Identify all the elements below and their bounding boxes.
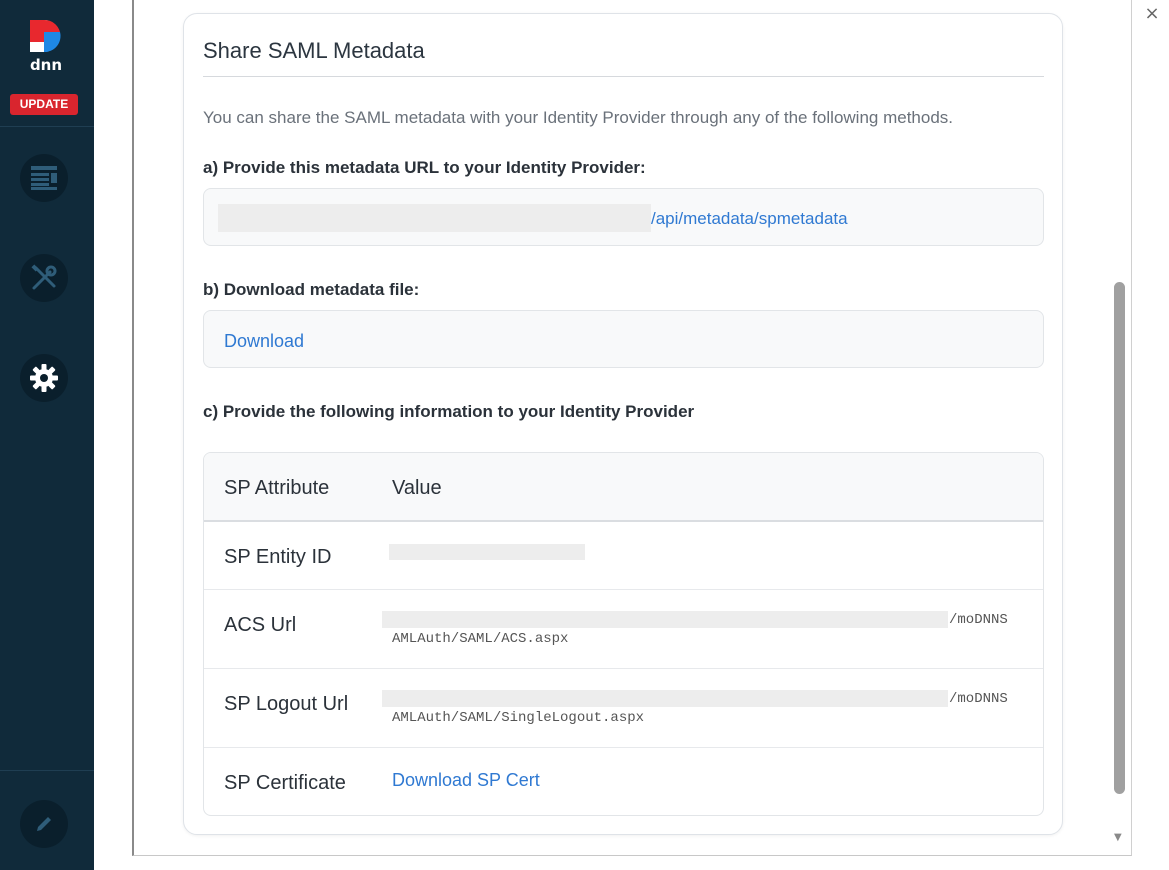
header-attribute: SP Attribute [224,477,330,499]
tools-icon[interactable] [20,254,68,302]
scroll-down-arrow-icon[interactable]: ▼ [1114,832,1122,843]
card-title: Share SAML Metadata [203,38,425,63]
table-row: SP Entity ID [204,522,1043,590]
logout-url-line1: /moDNNS [949,691,1008,707]
share-metadata-card: Share SAML Metadata You can share the SA… [183,13,1063,835]
acs-url-line1: /moDNNS [949,612,1008,628]
table-row: SP Logout Url /moDNNS AMLAuth/SAML/Singl… [204,669,1043,748]
pencil-icon [37,817,51,831]
sidebar-divider [0,770,94,771]
settings-icon[interactable] [20,354,68,402]
sidebar-divider [0,126,94,127]
intro-text: You can share the SAML metadata with you… [203,108,954,127]
title-divider [203,76,1044,77]
edit-icon[interactable] [20,800,68,848]
download-metadata-link[interactable]: Download [224,331,304,352]
tools-icon-glyph [31,264,57,290]
attribute-cell: ACS Url [224,614,297,636]
header-value: Value [392,477,442,499]
close-icon[interactable]: × [1144,5,1160,23]
redacted-entity-id [389,544,585,560]
attribute-cell: SP Entity ID [224,546,332,568]
download-sp-cert-link[interactable]: Download SP Cert [392,770,540,791]
attribute-cell: SP Logout Url [224,693,349,715]
scrollbar-thumb[interactable] [1114,282,1125,794]
redacted-host [218,204,651,232]
sp-attributes-table: SP Attribute Value SP Entity ID ACS Url … [203,452,1044,816]
section-a-label: a) Provide this metadata URL to your Ide… [203,158,646,177]
acs-url-line2: AMLAuth/SAML/ACS.aspx [392,631,569,647]
content-icon[interactable] [20,154,68,202]
logo-text: dnn [30,56,62,74]
metadata-url-link[interactable]: /api/metadata/spmetadata [651,209,848,229]
sidebar: dnn UPDATE [0,0,94,870]
redacted-acs-host [382,611,948,628]
dnn-logo[interactable]: dnn [26,18,66,74]
metadata-url-box: /api/metadata/spmetadata [203,188,1044,246]
table-row: ACS Url /moDNNS AMLAuth/SAML/ACS.aspx [204,590,1043,669]
content-icon-glyph [31,166,57,190]
attribute-cell: SP Certificate [224,772,346,794]
redacted-logout-host [382,690,948,707]
download-box: Download [203,310,1044,368]
logout-url-line2: AMLAuth/SAML/SingleLogout.aspx [392,710,645,726]
table-header: SP Attribute Value [204,453,1043,522]
gear-icon [30,364,58,392]
update-button[interactable]: UPDATE [10,94,78,115]
table-row: SP Certificate Download SP Cert [204,748,1043,815]
section-c-label: c) Provide the following information to … [203,402,695,421]
section-b-label: b) Download metadata file: [203,280,420,299]
